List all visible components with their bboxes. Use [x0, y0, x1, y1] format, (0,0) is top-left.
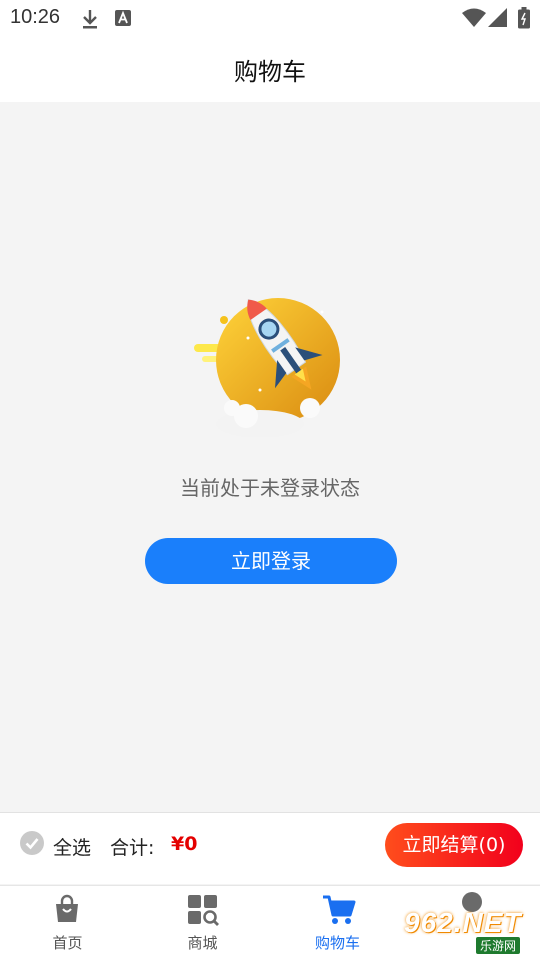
total-amount: ¥0 [171, 833, 198, 855]
rocket-illustration [190, 292, 350, 441]
watermark-sub: 乐游网 [476, 937, 521, 954]
watermark-logo: 962.NET 乐游网 [398, 905, 534, 955]
status-time: 10:26 [10, 6, 61, 28]
empty-state: 当前处于未登录状态 立即登录 [0, 102, 540, 812]
select-all-label[interactable]: 全选 [53, 833, 91, 860]
login-status-message: 当前处于未登录状态 [180, 476, 360, 500]
tab-mall[interactable]: 商城 [135, 886, 270, 960]
tab-label-cart: 购物车 [314, 934, 360, 952]
tab-label-mall: 商城 [187, 934, 218, 952]
cart-icon [322, 894, 356, 930]
tab-label-home: 首页 [52, 934, 83, 952]
shopping-bag-icon [52, 894, 82, 928]
tab-home[interactable]: 首页 [0, 886, 135, 960]
cart-summary-bar: 全选 合计: ¥0 立即结算(0) [0, 812, 540, 884]
text-notification-icon [115, 10, 131, 30]
tab-cart[interactable]: 购物车 [270, 886, 405, 960]
watermark-brand: 962.NET [404, 907, 522, 938]
app-header: 购物车 [0, 36, 540, 102]
checkout-button[interactable]: 立即结算(0) [385, 823, 523, 867]
select-all-checkbox[interactable] [20, 831, 44, 855]
total-label: 合计: [110, 837, 155, 859]
wifi-icon [462, 8, 486, 32]
login-button[interactable]: 立即登录 [145, 538, 397, 584]
signal-icon [488, 8, 508, 32]
status-bar: 10:26 [0, 0, 540, 36]
check-icon [25, 838, 39, 850]
grid-search-icon [187, 894, 219, 930]
page-title: 购物车 [234, 58, 306, 86]
battery-icon [518, 7, 530, 33]
download-icon [80, 8, 100, 34]
